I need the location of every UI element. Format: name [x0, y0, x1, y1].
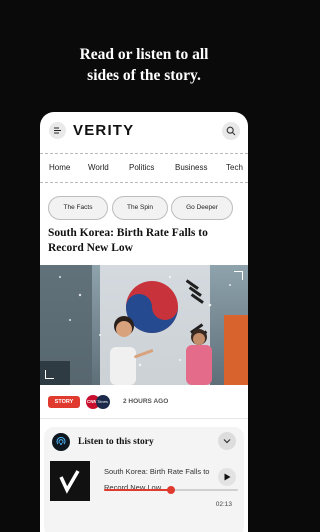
menu-button[interactable] [49, 122, 66, 139]
menu-icon [54, 127, 61, 134]
chevron-down-icon [223, 439, 231, 444]
audio-player: South Korea: Birth Rate Falls to Record … [50, 461, 240, 532]
track-title: South Korea: Birth Rate Falls to Record … [104, 467, 210, 492]
promo-line-2: sides of the story. [87, 67, 201, 84]
chip-go-deeper[interactable]: Go Deeper [171, 196, 233, 220]
source-logos[interactable]: CNN Times [86, 394, 120, 410]
listen-label: Listen to this story [78, 437, 154, 447]
audio-wave-icon [56, 436, 66, 445]
story-photo [40, 265, 248, 385]
listen-card: Listen to this story South Korea: Birth … [44, 427, 244, 532]
phone-screen: VERITY Home World Politics Business Tech… [40, 112, 248, 532]
search-button[interactable] [222, 122, 240, 140]
story-image[interactable] [40, 265, 248, 385]
play-icon [224, 473, 231, 481]
listen-icon-badge [52, 433, 70, 451]
progress-slider[interactable] [104, 486, 238, 494]
expand-corner-top-right [234, 271, 243, 280]
story-badge: STORY [48, 396, 80, 408]
time-ago: 2 HOURS AGO [123, 398, 169, 405]
nav-item-tech[interactable]: Tech [226, 154, 243, 182]
verity-check-icon [59, 470, 80, 494]
nav-item-business[interactable]: Business [175, 154, 207, 182]
app-header: VERITY [40, 112, 248, 150]
promo-headline: Read or listen to all sides of the story… [0, 44, 288, 86]
nav-item-politics[interactable]: Politics [129, 154, 154, 182]
expand-corner-bottom-left [45, 370, 54, 379]
story-title[interactable]: South Korea: Birth Rate Falls to Record … [48, 226, 243, 256]
search-icon [226, 126, 236, 136]
section-divider [40, 418, 248, 419]
story-meta: STORY CNN Times 2 HOURS AGO [48, 394, 248, 410]
story-chips: The Facts The Spin Go Deeper [40, 196, 248, 220]
nav-item-world[interactable]: World [88, 154, 109, 182]
chip-the-facts[interactable]: The Facts [48, 196, 108, 220]
collapse-button[interactable] [218, 432, 236, 450]
play-button[interactable] [218, 468, 236, 486]
track-thumbnail [50, 461, 90, 501]
nav-item-home[interactable]: Home [49, 154, 70, 182]
progress-fill [104, 489, 171, 491]
category-nav: Home World Politics Business Tech [40, 153, 248, 183]
progress-knob[interactable] [167, 486, 175, 494]
source-logo-times: Times [96, 395, 110, 409]
source-logo-times-text: Times [97, 399, 108, 404]
promo-line-1: Read or listen to all [79, 46, 209, 63]
chip-the-spin[interactable]: The Spin [112, 196, 168, 220]
track-time: 02:13 [215, 501, 232, 508]
app-logo[interactable]: VERITY [73, 121, 134, 141]
